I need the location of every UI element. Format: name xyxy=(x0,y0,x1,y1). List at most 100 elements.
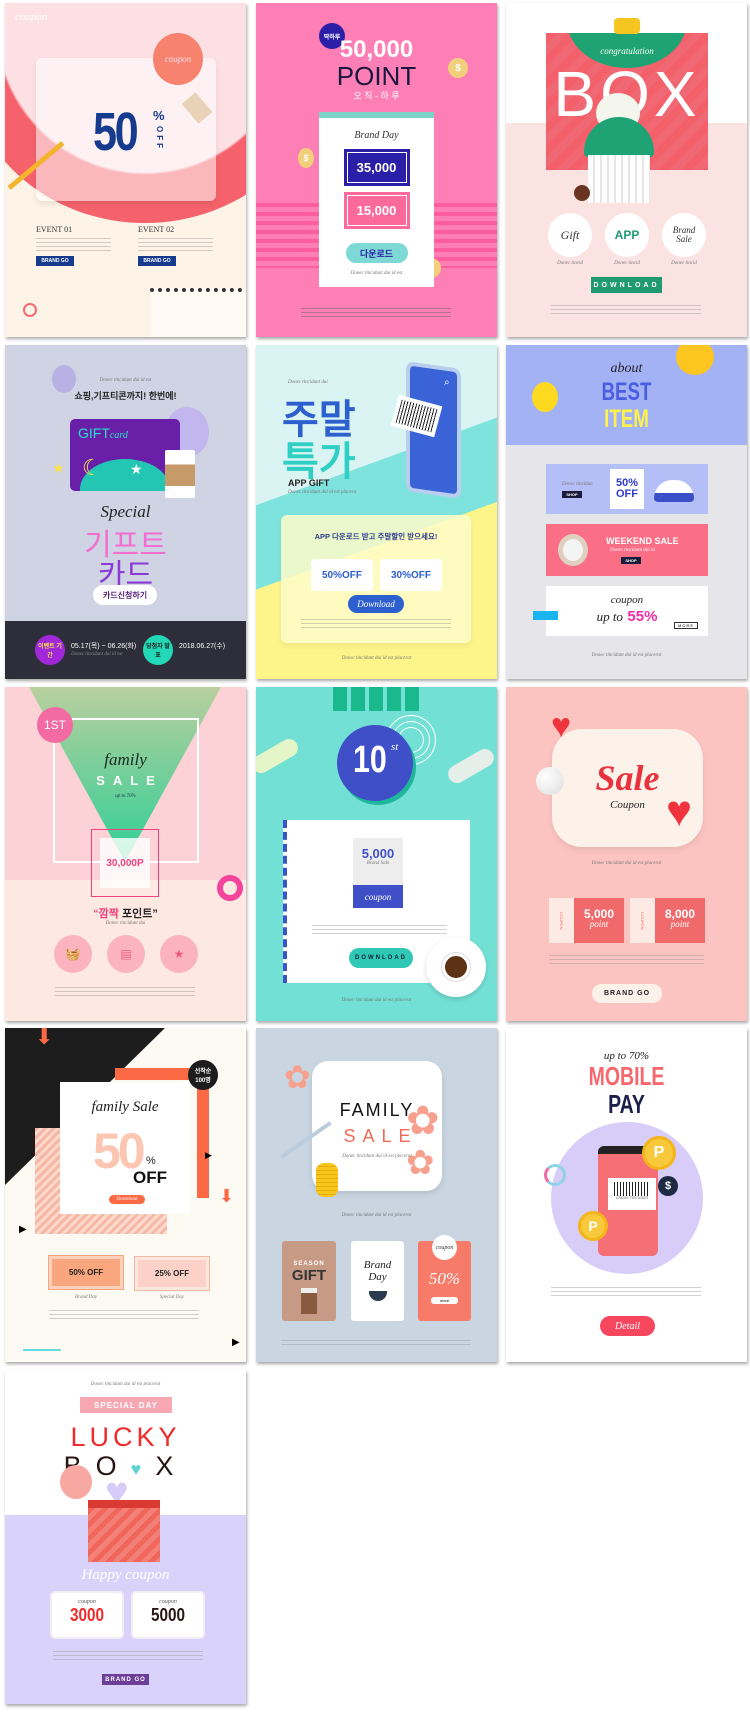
download-button[interactable]: DOWNLOAD xyxy=(591,277,662,293)
play-icon: ▶ xyxy=(232,1337,240,1348)
star-icon[interactable]: ★ xyxy=(160,935,198,973)
circle-gift[interactable]: Gift xyxy=(548,213,592,257)
tag-brand-day[interactable]: Brand Day xyxy=(351,1241,404,1321)
banner-weekend-sale[interactable]: WEEKEND SALE Donec tincidunt dui id SHOP xyxy=(546,524,708,576)
gift-box-icon xyxy=(88,1500,160,1562)
coupon-5000[interactable]: coupon 5000 xyxy=(133,1593,203,1637)
coupon-8000[interactable]: COUPON 8,000 point xyxy=(630,898,705,943)
stub-label: COUPON xyxy=(640,911,645,930)
banner-coupon[interactable]: coupon up to 55% MORE xyxy=(546,586,708,636)
percent-sign: % xyxy=(146,1155,156,1167)
poster-family-sale-points[interactable]: 1ST family SALE up to 70% 30,000P “깜짝 포인… xyxy=(5,687,246,1021)
event-text xyxy=(138,238,213,252)
arrow-down-icon: ⬇ xyxy=(35,1028,54,1049)
box-1-caption: Brand Day xyxy=(74,1295,98,1300)
tag-coupon-50[interactable]: coupon 50% more xyxy=(418,1235,471,1321)
download-button[interactable]: Download xyxy=(348,595,404,613)
heart-icon: ♥ xyxy=(130,1459,156,1479)
poster-best-item[interactable]: about BEST ITEM Donec tincidun SHOP 50% … xyxy=(506,345,747,679)
circle-brand-sale[interactable]: Brand Sale xyxy=(662,213,706,257)
card-text: card xyxy=(109,430,128,441)
download-button[interactable]: 다운로드 xyxy=(345,243,408,263)
shop-button[interactable]: SHOP xyxy=(621,557,641,564)
poster-lucky-box[interactable]: Donec tincidunt dui id est placerat SPEC… xyxy=(5,1370,246,1704)
basket-icon[interactable]: 🧺 xyxy=(54,935,92,973)
percent-sign: % xyxy=(153,108,165,123)
brand-go-button[interactable]: BRAND GO xyxy=(36,256,74,266)
title-line-1: BEST xyxy=(601,378,652,406)
panel-title: Brand Day xyxy=(354,130,399,141)
coupon-5000[interactable]: COUPON 5,000 point xyxy=(549,898,624,943)
poster-sale-coupon[interactable]: ♥ ♥ Sale Coupon Donec tincidunt dui id e… xyxy=(506,687,747,1021)
up-to-label: up to 70% xyxy=(115,794,136,799)
notebook-icon xyxy=(150,288,246,337)
footer-text xyxy=(551,1287,701,1297)
event-title: EVENT 02 xyxy=(138,225,175,234)
event-period-date: 05.17(목) ~ 06.26(화) xyxy=(71,643,137,650)
flower-icon: ✿ xyxy=(284,1059,311,1095)
coin-icon: $ xyxy=(448,58,468,78)
circle-app[interactable]: APP xyxy=(605,213,649,257)
coupon-top: 5,000 Brand Sale xyxy=(353,838,403,885)
letter-x: X xyxy=(155,1451,188,1481)
cap-icon xyxy=(654,480,694,502)
ticket-30-off[interactable]: 30%OFF xyxy=(380,559,442,591)
card-label: GIFTcard xyxy=(78,425,128,441)
coupon-value: 5000 xyxy=(150,1605,186,1625)
footer-caption: Donec tincidunt dui id est placerat xyxy=(591,653,662,658)
app-caption: Donec tincidunt dui id est placera xyxy=(288,490,357,495)
off-label: OFF xyxy=(155,126,164,151)
tag-value: 50% xyxy=(428,1269,461,1288)
coupon-value: 8,000 point xyxy=(655,907,705,929)
amount-caption: Brand Sale xyxy=(366,861,390,866)
coin-icon: P xyxy=(642,1136,676,1170)
footer-text xyxy=(55,987,195,997)
box-50-off[interactable]: 50% OFF xyxy=(48,1255,124,1290)
ticket-50-off[interactable]: 50%OFF xyxy=(311,559,373,591)
headline: “깜짝 포인트” xyxy=(5,905,246,921)
poster-family-sale-50[interactable]: ⬇ ⬇ 선착순 100명 family Sale 50 % OFF Downlo… xyxy=(5,1028,246,1362)
poster-gift-card[interactable]: Donec tincidunt dui id est 쇼핑,기프티콘까지! 한번… xyxy=(5,345,246,679)
banner-best[interactable]: Donec tincidun SHOP 50% OFF xyxy=(546,464,708,514)
more-button[interactable]: more xyxy=(431,1297,458,1304)
poster-weekend-special[interactable]: Donec tincidunt dui 주말 특가 APP GIFT Donec… xyxy=(256,345,497,679)
coupon-15000[interactable]: 15,000 xyxy=(343,192,410,229)
detail-button[interactable]: Detail xyxy=(600,1316,655,1336)
balloon: coupon xyxy=(153,33,203,85)
pennant-banner xyxy=(333,687,423,711)
shop-button[interactable]: SHOP xyxy=(562,491,582,498)
poster-mobile-pay[interactable]: up to 70% MOBILE PAY Donec tincidunt P $… xyxy=(506,1028,747,1362)
apply-card-button[interactable]: 카드신청하기 xyxy=(93,585,157,605)
box-25-off[interactable]: 25% OFF xyxy=(134,1256,210,1291)
heart-icon: ♥ xyxy=(551,707,572,745)
download-button[interactable]: Download xyxy=(109,1195,145,1204)
poster-10st-coupon[interactable]: 10 st 5,000 Brand Sale coupon DOWNLOAD D… xyxy=(256,687,497,1021)
poster-box[interactable]: congratulation BOX Gift APP Brand Sale D… xyxy=(506,3,747,337)
discount-number: 50 xyxy=(93,102,139,162)
flower-icon: ✿ xyxy=(406,1144,435,1182)
caption: Donec tincidunt dui xyxy=(105,921,146,926)
coupon-35000[interactable]: 35,000 xyxy=(343,149,410,186)
brand-go-button[interactable]: BRAND GO xyxy=(592,984,662,1003)
circle-caption: Donec tincid xyxy=(614,261,640,266)
event-title: EVENT 01 xyxy=(36,225,73,234)
event-2: EVENT 02 BRAND GO xyxy=(138,225,218,266)
poster-50000-point[interactable]: 딱하루 50,000 POINT 오 직 - 하 루 $ $ $ Brand D… xyxy=(256,3,497,337)
brand-go-button[interactable]: BRAND GO xyxy=(102,1674,149,1685)
brand-go-button[interactable]: BRAND GO xyxy=(138,256,176,266)
coupon-stub: COUPON xyxy=(630,898,655,943)
headline-rest: 포인트” xyxy=(118,908,158,920)
footer-text xyxy=(49,1310,199,1320)
headline: 쇼핑,기프티콘까지! 한번에! xyxy=(74,391,177,401)
footer-text xyxy=(53,1651,203,1661)
title-line-2: SALE xyxy=(343,1126,418,1146)
tag-season-gift[interactable]: SEASON GIFT xyxy=(282,1241,336,1321)
poster-family-sale-tags[interactable]: ✿ ✿ ✿ FAMILY SALE Donec tincidunt dui id… xyxy=(256,1028,497,1362)
coupon-3000[interactable]: coupon 3000 xyxy=(52,1593,122,1637)
more-button[interactable]: MORE xyxy=(674,622,698,629)
download-button[interactable]: DOWNLOAD xyxy=(349,948,413,968)
chocolate-icon xyxy=(574,185,590,201)
poster-coupon-50-off[interactable]: coupon coupon 50 % OFF EVENT 01 BRAND GO… xyxy=(5,3,246,337)
calendar-icon[interactable]: ▤ xyxy=(107,935,145,973)
first-badge: 1ST xyxy=(37,707,73,743)
